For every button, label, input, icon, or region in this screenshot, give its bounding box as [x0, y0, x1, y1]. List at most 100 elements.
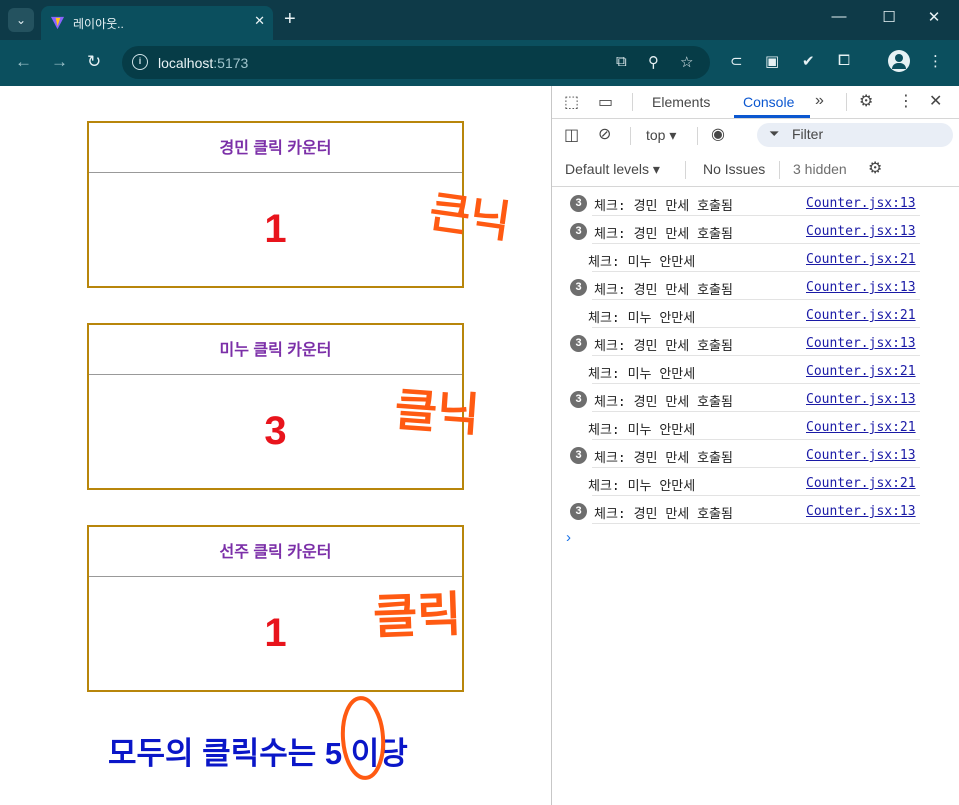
annotation-scribble: 클릭	[372, 586, 463, 646]
site-info-icon[interactable]: i	[132, 54, 148, 70]
console-toolbar: ◫ ⊘ top ▾ ◉ ⏷ Filter	[552, 119, 959, 152]
card-title: 경민 클릭 카운터	[89, 123, 462, 173]
more-options-icon[interactable]: ⋮	[898, 91, 914, 111]
log-message: 체크: 미누 안만세	[588, 423, 696, 438]
tab-elements[interactable]: Elements	[652, 94, 710, 110]
filter-input[interactable]: ⏷ Filter	[757, 123, 953, 147]
extensions-puzzle-icon[interactable]: ⧠	[838, 52, 850, 69]
log-message: 체크: 경민 만세 호출됨	[594, 507, 733, 522]
log-source-link[interactable]: Counter.jsx:21	[806, 308, 916, 323]
log-message: 체크: 경민 만세 호출됨	[594, 339, 733, 354]
inspect-element-icon[interactable]: ⬚	[564, 92, 579, 112]
device-toolbar-icon[interactable]: ▭	[598, 92, 613, 112]
repeat-count-badge: 3	[570, 391, 587, 408]
log-source-link[interactable]: Counter.jsx:13	[806, 280, 916, 295]
sidebar-toggle-icon[interactable]: ◫	[564, 125, 579, 145]
issues-button[interactable]: No Issues	[703, 161, 765, 177]
log-message: 체크: 미누 안만세	[588, 311, 696, 326]
zoom-icon[interactable]: ⚲	[648, 53, 659, 71]
browser-toolbar: ← → ↻ i localhost:5173 ⧉ ⚲ ☆ ⊂ ▣ ✔ ⧠ ⋮	[0, 40, 959, 86]
address-bar[interactable]: i localhost:5173 ⧉ ⚲ ☆	[122, 46, 710, 79]
console-log-row: 체크: 미누 안만세 Counter.jsx:21	[552, 412, 959, 440]
log-message: 체크: 경민 만세 호출됨	[594, 451, 733, 466]
log-source-link[interactable]: Counter.jsx:13	[806, 504, 916, 519]
devtools-panel: ⬚ ▭ Elements Console » ⚙ ⋮ ✕ ◫ ⊘ top ▾ ◉…	[551, 86, 959, 805]
console-log-row: 3 체크: 경민 만세 호출됨 Counter.jsx:13	[552, 496, 959, 524]
minimize-button[interactable]: —	[829, 8, 849, 25]
console-log-row: 3 체크: 경민 만세 호출됨 Counter.jsx:13	[552, 440, 959, 468]
console-log-row: 체크: 미누 안만세 Counter.jsx:21	[552, 244, 959, 272]
maximize-button[interactable]: ☐	[879, 8, 899, 26]
new-tab-button[interactable]: +	[284, 8, 296, 30]
reload-icon[interactable]: ↻	[87, 52, 101, 72]
console-log-row: 3 체크: 경민 만세 호출됨 Counter.jsx:13	[552, 328, 959, 356]
tab-close-icon[interactable]: ✕	[254, 13, 265, 29]
repeat-count-badge: 3	[570, 279, 587, 296]
extension-check-icon[interactable]: ✔	[802, 52, 815, 70]
hidden-count: 3 hidden	[793, 161, 847, 177]
repeat-count-badge: 3	[570, 447, 587, 464]
log-message: 체크: 미누 안만세	[588, 367, 696, 382]
log-message: 체크: 미누 안만세	[588, 479, 696, 494]
console-log-row: 3 체크: 경민 만세 호출됨 Counter.jsx:13	[552, 188, 959, 216]
profile-avatar-icon[interactable]	[888, 50, 910, 72]
annotation-scribble: 클닉	[393, 382, 482, 442]
console-levels-bar: Default levels ▾ No Issues 3 hidden ⚙	[552, 153, 959, 187]
close-window-button[interactable]: ✕	[924, 8, 944, 26]
console-log-row: 체크: 미누 안만세 Counter.jsx:21	[552, 300, 959, 328]
live-expression-eye-icon[interactable]: ◉	[711, 124, 725, 144]
log-source-link[interactable]: Counter.jsx:21	[806, 364, 916, 379]
log-message: 체크: 경민 만세 호출됨	[594, 395, 733, 410]
more-tabs-icon[interactable]: »	[815, 92, 824, 110]
default-levels-dropdown[interactable]: Default levels ▾	[565, 161, 660, 178]
log-source-link[interactable]: Counter.jsx:13	[806, 336, 916, 351]
console-log-row: 체크: 미누 안만세 Counter.jsx:21	[552, 356, 959, 384]
log-source-link[interactable]: Counter.jsx:13	[806, 224, 916, 239]
context-selector[interactable]: top ▾	[646, 127, 676, 144]
console-log-row: 체크: 미누 안만세 Counter.jsx:21	[552, 468, 959, 496]
console-settings-gear-icon[interactable]: ⚙	[868, 158, 882, 178]
active-tab-indicator	[734, 115, 810, 118]
log-message: 체크: 경민 만세 호출됨	[594, 199, 733, 214]
log-source-link[interactable]: Counter.jsx:13	[806, 448, 916, 463]
close-devtools-icon[interactable]: ✕	[929, 91, 942, 111]
card-count: 1	[264, 207, 287, 251]
repeat-count-badge: 3	[570, 503, 587, 520]
log-source-link[interactable]: Counter.jsx:13	[806, 196, 916, 211]
log-message: 체크: 미누 안만세	[588, 255, 696, 270]
log-source-link[interactable]: Counter.jsx:21	[806, 420, 916, 435]
repeat-count-badge: 3	[570, 195, 587, 212]
forward-arrow-icon[interactable]: →	[51, 52, 68, 72]
tab-title: 레이아웃..	[73, 17, 124, 31]
tab-search-button[interactable]: ⌄	[8, 8, 34, 32]
url-text: localhost:5173	[158, 55, 249, 71]
card-title: 미누 클릭 카운터	[89, 325, 462, 375]
annotation-circle	[340, 696, 386, 780]
console-log-row: 3 체크: 경민 만세 호출됨 Counter.jsx:13	[552, 272, 959, 300]
log-source-link[interactable]: Counter.jsx:21	[806, 252, 916, 267]
vite-favicon-icon	[50, 16, 65, 30]
console-prompt-icon[interactable]: ›	[566, 529, 571, 546]
back-arrow-icon[interactable]: ←	[15, 52, 32, 72]
extension-image-icon[interactable]: ▣	[765, 52, 779, 70]
devtools-tabbar: ⬚ ▭ Elements Console » ⚙ ⋮ ✕	[552, 86, 959, 119]
counter-card-gyeongmin[interactable]: 경민 클릭 카운터 1	[87, 121, 464, 288]
console-log-row: 3 체크: 경민 만세 호출됨 Counter.jsx:13	[552, 384, 959, 412]
chrome-menu-icon[interactable]: ⋮	[928, 52, 943, 70]
filter-funnel-icon: ⏷	[769, 126, 780, 141]
console-log-row: 3 체크: 경민 만세 호출됨 Counter.jsx:13	[552, 216, 959, 244]
browser-tab[interactable]: 레이아웃.. ✕	[41, 6, 273, 40]
log-message: 체크: 경민 만세 호출됨	[594, 283, 733, 298]
settings-gear-icon[interactable]: ⚙	[859, 91, 873, 111]
annotation-scribble: 큰닉	[426, 186, 514, 249]
log-source-link[interactable]: Counter.jsx:21	[806, 476, 916, 491]
translate-icon[interactable]: ⧉	[616, 53, 627, 70]
clear-console-icon[interactable]: ⊘	[598, 124, 611, 144]
tab-console[interactable]: Console	[743, 94, 794, 110]
repeat-count-badge: 3	[570, 223, 587, 240]
log-message: 체크: 경민 만세 호출됨	[594, 227, 733, 242]
extension-c-icon[interactable]: ⊂	[730, 52, 743, 70]
log-source-link[interactable]: Counter.jsx:13	[806, 392, 916, 407]
web-page: 경민 클릭 카운터 1 미누 클릭 카운터 3 선주 클릭 카운터 1 모두의 …	[0, 86, 551, 805]
bookmark-star-icon[interactable]: ☆	[680, 53, 693, 71]
